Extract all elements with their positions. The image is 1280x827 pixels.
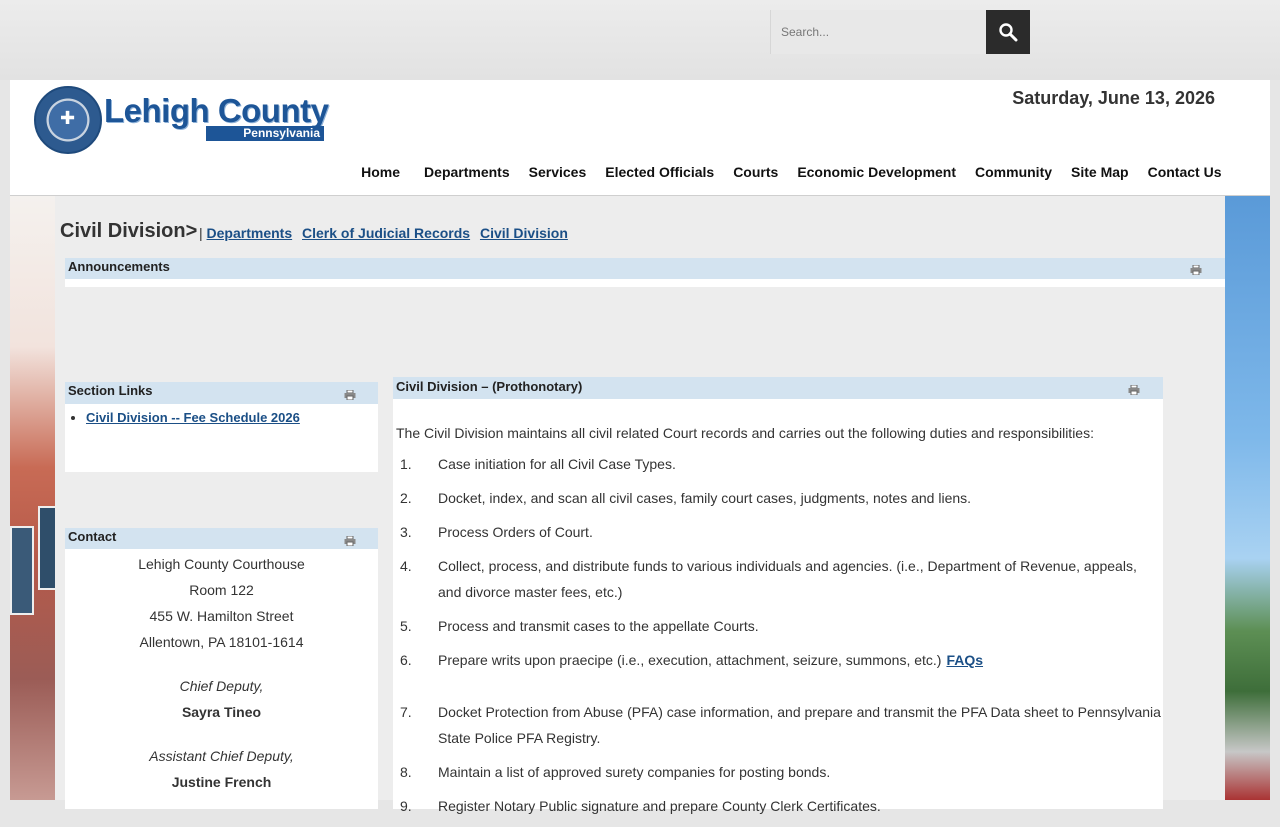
item-text: Maintain a list of approved surety compa… — [438, 764, 831, 780]
chief-deputy-name: Sayra Tineo — [181, 704, 262, 720]
site-header: Lehigh County Pennsylvania Saturday, Jun… — [10, 80, 1270, 196]
item-number: 7. — [400, 704, 412, 720]
building-window — [38, 506, 55, 590]
main-nav: Home Departments Services Elected Offici… — [352, 162, 1231, 182]
top-search-bar — [0, 0, 1280, 80]
nav-home[interactable]: Home — [352, 162, 410, 182]
nav-community[interactable]: Community — [966, 162, 1062, 182]
list-item: 3. Process Orders of Court. — [393, 519, 1163, 545]
item-text: Register Notary Public signature and pre… — [438, 798, 881, 814]
chief-deputy-role: Chief Deputy, — [179, 678, 264, 694]
nav-services[interactable]: Services — [519, 162, 596, 182]
left-background-image — [10, 196, 55, 800]
item-text: Collect, process, and distribute funds t… — [438, 558, 1137, 600]
item-number: 3. — [400, 524, 412, 540]
section-links-list: Civil Division -- Fee Schedule 2026 — [65, 410, 378, 425]
breadcrumb-separator: | — [199, 225, 203, 241]
breadcrumb-civil-division[interactable]: Civil Division — [480, 225, 568, 241]
civil-division-title: Civil Division – (Prothonotary) — [396, 379, 583, 394]
right-background-image — [1225, 196, 1270, 800]
section-links-body: Civil Division -- Fee Schedule 2026 — [65, 404, 378, 472]
nav-contact-us[interactable]: Contact Us — [1138, 162, 1231, 182]
breadcrumb: | Departments Clerk of Judicial Records … — [199, 225, 574, 241]
announcements-title: Announcements — [68, 259, 170, 274]
current-date: Saturday, June 13, 2026 — [1012, 88, 1215, 108]
logo-county-name: Lehigh County — [104, 92, 329, 129]
contact-header: Contact — [65, 528, 378, 549]
item-number: 9. — [400, 798, 412, 814]
list-item: 4. Collect, process, and distribute funds… — [393, 553, 1163, 605]
list-item: 5. Process and transmit cases to the appe… — [393, 613, 1163, 639]
contact-body: Lehigh County Courthouse Room 122 455 W.… — [65, 549, 378, 809]
list-item: 8. Maintain a list of approved surety com… — [393, 759, 1163, 785]
civil-division-header: Civil Division – (Prothonotary) — [393, 377, 1163, 399]
county-seal-icon — [34, 86, 102, 154]
print-icon[interactable] — [1128, 385, 1140, 395]
item-text: Prepare writs upon praecipe (i.e., execu… — [438, 652, 942, 668]
item-text: Process Orders of Court. — [438, 524, 593, 540]
page-title: Civil Division> — [60, 220, 198, 242]
print-icon[interactable] — [344, 390, 356, 400]
list-item: 6. Prepare writs upon praecipe (i.e., exe… — [393, 647, 1163, 673]
section-links-header: Section Links — [65, 382, 378, 404]
search-icon — [999, 23, 1018, 42]
county-logo[interactable]: Lehigh County Pennsylvania — [34, 86, 334, 158]
duties-list: 1. Case initiation for all Civil Case Typ… — [393, 451, 1163, 827]
breadcrumb-clerk-of-judicial-records[interactable]: Clerk of Judicial Records — [302, 225, 470, 241]
assistant-chief-deputy-name: Justine French — [171, 774, 272, 790]
contact-city: Allentown, PA 18101-1614 — [139, 634, 304, 650]
item-text: Docket, index, and scan all civil cases,… — [438, 490, 972, 506]
item-number: 2. — [400, 490, 412, 506]
item-text: Process and transmit cases to the appell… — [438, 618, 759, 634]
breadcrumb-departments[interactable]: Departments — [207, 225, 293, 241]
announcements-body — [65, 279, 1225, 287]
list-item: Civil Division -- Fee Schedule 2026 — [86, 410, 378, 425]
list-item: 2. Docket, index, and scan all civil case… — [393, 485, 1163, 511]
print-icon[interactable] — [1190, 265, 1202, 275]
item-text: Docket Protection from Abuse (PFA) case … — [438, 704, 1161, 746]
item-text: Case initiation for all Civil Case Types… — [438, 456, 676, 472]
intro-text: The Civil Division maintains all civil r… — [396, 425, 1094, 441]
logo-state-name: Pennsylvania — [206, 126, 324, 141]
nav-departments[interactable]: Departments — [415, 162, 520, 182]
search-input[interactable] — [770, 10, 986, 54]
nav-site-map[interactable]: Site Map — [1062, 162, 1139, 182]
item-number: 4. — [400, 558, 412, 574]
contact-title: Contact — [68, 529, 117, 544]
nav-courts[interactable]: Courts — [724, 162, 788, 182]
fee-schedule-link[interactable]: Civil Division -- Fee Schedule 2026 — [86, 410, 300, 425]
announcements-header: Announcements — [65, 258, 1225, 279]
civil-division-body: The Civil Division maintains all civil r… — [393, 399, 1163, 814]
faqs-link[interactable]: FAQs — [946, 652, 983, 668]
assistant-chief-deputy-role: Assistant Chief Deputy, — [149, 748, 294, 764]
search-button[interactable] — [986, 10, 1030, 54]
item-number: 8. — [400, 764, 412, 780]
building-window — [10, 526, 34, 615]
print-icon[interactable] — [344, 536, 356, 546]
contact-room: Room 122 — [189, 582, 254, 598]
nav-economic-development[interactable]: Economic Development — [788, 162, 966, 182]
item-number: 6. — [400, 652, 412, 668]
list-item: 7. Docket Protection from Abuse (PFA) cas… — [393, 699, 1163, 751]
contact-street: 455 W. Hamilton Street — [149, 608, 294, 624]
section-links-title: Section Links — [68, 383, 153, 398]
list-item: 1. Case initiation for all Civil Case Typ… — [393, 451, 1163, 477]
page-content: Civil Division> | Departments Clerk of J… — [55, 196, 1225, 814]
nav-elected-officials[interactable]: Elected Officials — [596, 162, 724, 182]
item-number: 1. — [400, 456, 412, 472]
contact-building: Lehigh County Courthouse — [138, 556, 305, 572]
list-item: 9. Register Notary Public signature and p… — [393, 793, 1163, 819]
item-number: 5. — [400, 618, 412, 634]
